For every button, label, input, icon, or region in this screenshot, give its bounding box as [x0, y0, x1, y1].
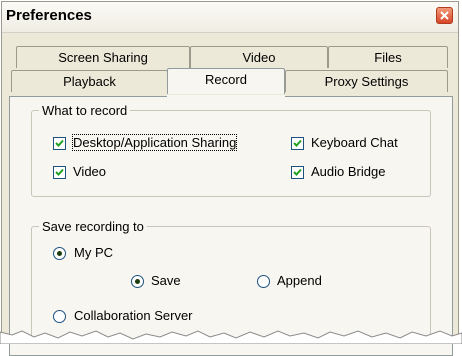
keyboard-chat-checkbox[interactable]: [291, 137, 304, 150]
checkmark-icon: [293, 168, 302, 176]
save-label[interactable]: Save: [151, 273, 181, 288]
torn-edge-decoration: [0, 330, 462, 344]
tab-video[interactable]: Video: [190, 46, 328, 68]
tab-label: Video: [242, 50, 276, 65]
tab-files[interactable]: Files: [328, 46, 448, 68]
group-legend: What to record: [42, 103, 128, 118]
checkmark-icon: [293, 139, 302, 147]
title-bar: Preferences: [2, 2, 458, 33]
close-button[interactable]: [436, 7, 453, 24]
my-pc-radio[interactable]: [53, 247, 66, 260]
tab-label: Files: [374, 50, 402, 65]
video-checkbox[interactable]: [53, 166, 66, 179]
what-to-record-group: What to record: [31, 103, 431, 197]
checkmark-icon: [55, 168, 64, 176]
tab-label: Playback: [63, 74, 116, 89]
append-label[interactable]: Append: [277, 273, 322, 288]
tab-record[interactable]: Record: [167, 68, 285, 94]
tab-screen-sharing[interactable]: Screen Sharing: [16, 46, 190, 68]
keyboard-chat-label[interactable]: Keyboard Chat: [311, 135, 398, 150]
window-title: Preferences: [6, 7, 92, 24]
video-label[interactable]: Video: [73, 164, 106, 179]
audio-bridge-checkbox[interactable]: [291, 166, 304, 179]
tab-label: Proxy Settings: [324, 74, 409, 89]
tab-proxy-settings[interactable]: Proxy Settings: [285, 70, 448, 92]
close-icon: [440, 11, 449, 20]
audio-bridge-label[interactable]: Audio Bridge: [311, 164, 385, 179]
save-radio[interactable]: [131, 275, 144, 288]
append-radio[interactable]: [257, 275, 270, 288]
desktop-sharing-label[interactable]: Desktop/Application Sharing: [71, 134, 238, 151]
tab-label: Record: [205, 72, 247, 87]
my-pc-label[interactable]: My PC: [74, 245, 113, 260]
group-legend: Save recording to: [42, 219, 144, 234]
desktop-sharing-checkbox[interactable]: [53, 137, 66, 150]
tab-playback[interactable]: Playback: [11, 70, 168, 92]
checkmark-icon: [55, 139, 64, 147]
tab-label: Screen Sharing: [58, 50, 148, 65]
